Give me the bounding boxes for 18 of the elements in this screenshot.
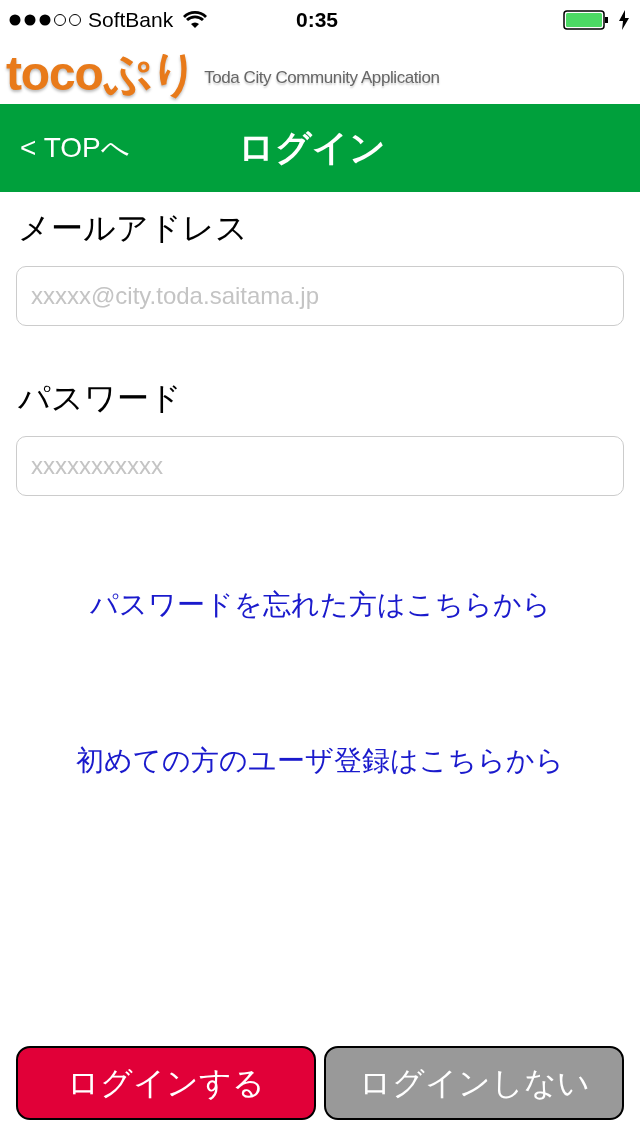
text-link[interactable]: パスワードを忘れた方はこちらから xyxy=(89,584,551,626)
signal-icon xyxy=(8,13,82,27)
field-label: メールアドレス xyxy=(17,209,249,248)
input-field[interactable]: xxxxxxxxxxx xyxy=(16,436,624,496)
field-label: パスワード xyxy=(17,379,183,418)
page-title: ログイン xyxy=(238,126,386,170)
carrier-name: SoftBank xyxy=(88,7,174,34)
charging-icon xyxy=(618,10,630,30)
wifi-icon xyxy=(183,11,208,29)
clock-time: 0:35 xyxy=(296,7,339,34)
login-button[interactable]: ログインする xyxy=(16,1046,316,1120)
input-field[interactable]: xxxxx@city.toda.saitama.jp xyxy=(16,266,624,326)
text-link[interactable]: 初めての方のユーザ登録はこちらから xyxy=(76,740,564,782)
back-link[interactable]: < TOPへ xyxy=(20,127,130,169)
app-tagline: Toda City Community Application xyxy=(204,66,440,89)
skip-login-button[interactable]: ログインしない xyxy=(324,1046,624,1120)
battery-icon xyxy=(563,10,609,30)
app-logo: tocoぷり xyxy=(6,50,199,98)
